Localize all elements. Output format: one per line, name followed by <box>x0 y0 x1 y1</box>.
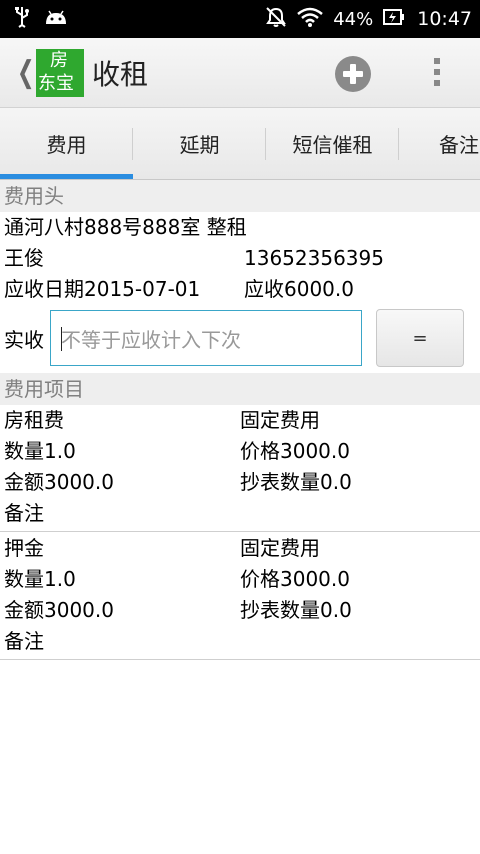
battery-icon <box>383 8 405 31</box>
fee-item-quantity: 数量1.0 <box>4 567 76 591</box>
tab-postpone[interactable]: 延期 <box>133 108 266 179</box>
tab-label: 延期 <box>179 133 220 157</box>
fee-head-section-title: 费用头 <box>0 180 480 212</box>
collected-placeholder: 不等于应收计入下次 <box>61 327 241 352</box>
tenant-row: 王俊 13652356395 <box>0 243 480 274</box>
fee-head-info: 通河八村888号888室 整租 王俊 13652356395 应收日期2015-… <box>0 212 480 305</box>
due-amount: 应收6000.0 <box>244 277 354 301</box>
fee-item-meter: 抄表数量0.0 <box>240 470 352 494</box>
fee-item-header: 押金 固定费用 <box>0 533 480 564</box>
status-bar: 44% 10:47 <box>0 0 480 38</box>
tab-notes[interactable]: 备注 <box>399 108 479 179</box>
fee-item-qty-row: 数量1.0 价格3000.0 <box>0 564 480 595</box>
usb-icon <box>14 6 30 33</box>
fee-item-header: 房租费 固定费用 <box>0 405 480 436</box>
fee-item-price: 价格3000.0 <box>240 567 350 591</box>
fee-item-quantity: 数量1.0 <box>4 439 76 463</box>
fee-item-meter: 抄表数量0.0 <box>240 598 352 622</box>
tab-bar: 费用 延期 短信催租 备注 <box>0 108 480 180</box>
fee-item-amount-row: 金额3000.0 抄表数量0.0 <box>0 467 480 498</box>
fee-item-type: 固定费用 <box>240 536 320 560</box>
action-bar: ❮ 房 东宝 收租 <box>0 38 480 108</box>
battery-percent: 44% <box>333 8 374 30</box>
fee-item-name: 押金 <box>4 536 44 560</box>
tab-label: 费用 <box>46 133 87 157</box>
fee-item-amount: 金额3000.0 <box>4 598 114 622</box>
overflow-menu-icon[interactable] <box>432 58 442 90</box>
fee-item[interactable]: 押金 固定费用 数量1.0 价格3000.0 金额3000.0 抄表数量0.0 … <box>0 532 480 660</box>
tab-fees[interactable]: 费用 <box>0 108 133 179</box>
fee-item-amount: 金额3000.0 <box>4 470 114 494</box>
logo-text-top: 房 <box>50 49 68 71</box>
fee-item-price: 价格3000.0 <box>240 439 350 463</box>
due-date: 应收日期2015-07-01 <box>4 277 201 301</box>
tab-label: 备注 <box>439 133 479 157</box>
fee-item-name: 房租费 <box>4 408 64 432</box>
tenant-name: 王俊 <box>4 246 44 270</box>
fee-item[interactable]: 房租费 固定费用 数量1.0 价格3000.0 金额3000.0 抄表数量0.0… <box>0 405 480 532</box>
tab-sms-reminder[interactable]: 短信催租 <box>266 108 399 179</box>
due-row: 应收日期2015-07-01 应收6000.0 <box>0 274 480 305</box>
fee-items-section-title: 费用项目 <box>0 373 480 405</box>
clock: 10:47 <box>417 8 472 30</box>
fee-item-amount-row: 金额3000.0 抄表数量0.0 <box>0 595 480 626</box>
tenant-phone: 13652356395 <box>244 246 384 270</box>
equals-button[interactable]: = <box>376 309 464 367</box>
wifi-icon <box>297 7 324 32</box>
property-address: 通河八村888号888室 整租 <box>4 215 247 239</box>
collected-amount-input[interactable]: 不等于应收计入下次 <box>50 310 362 366</box>
collected-row: 实收 不等于应收计入下次 = <box>0 305 480 371</box>
fee-item-remark: 备注 <box>4 501 44 525</box>
back-chevron-icon[interactable]: ❮ <box>17 57 35 88</box>
android-icon <box>44 8 68 31</box>
add-icon[interactable] <box>335 56 371 92</box>
fee-item-remark: 备注 <box>4 629 44 653</box>
logo-text-bottom: 东宝 <box>38 72 74 94</box>
fee-item-qty-row: 数量1.0 价格3000.0 <box>0 436 480 467</box>
app-logo[interactable]: 房 东宝 <box>36 48 84 97</box>
mute-icon <box>265 6 287 33</box>
page-title: 收租 <box>92 57 149 91</box>
fee-item-type: 固定费用 <box>240 408 320 432</box>
collected-label: 实收 <box>4 327 44 352</box>
tab-label: 短信催租 <box>292 133 373 157</box>
